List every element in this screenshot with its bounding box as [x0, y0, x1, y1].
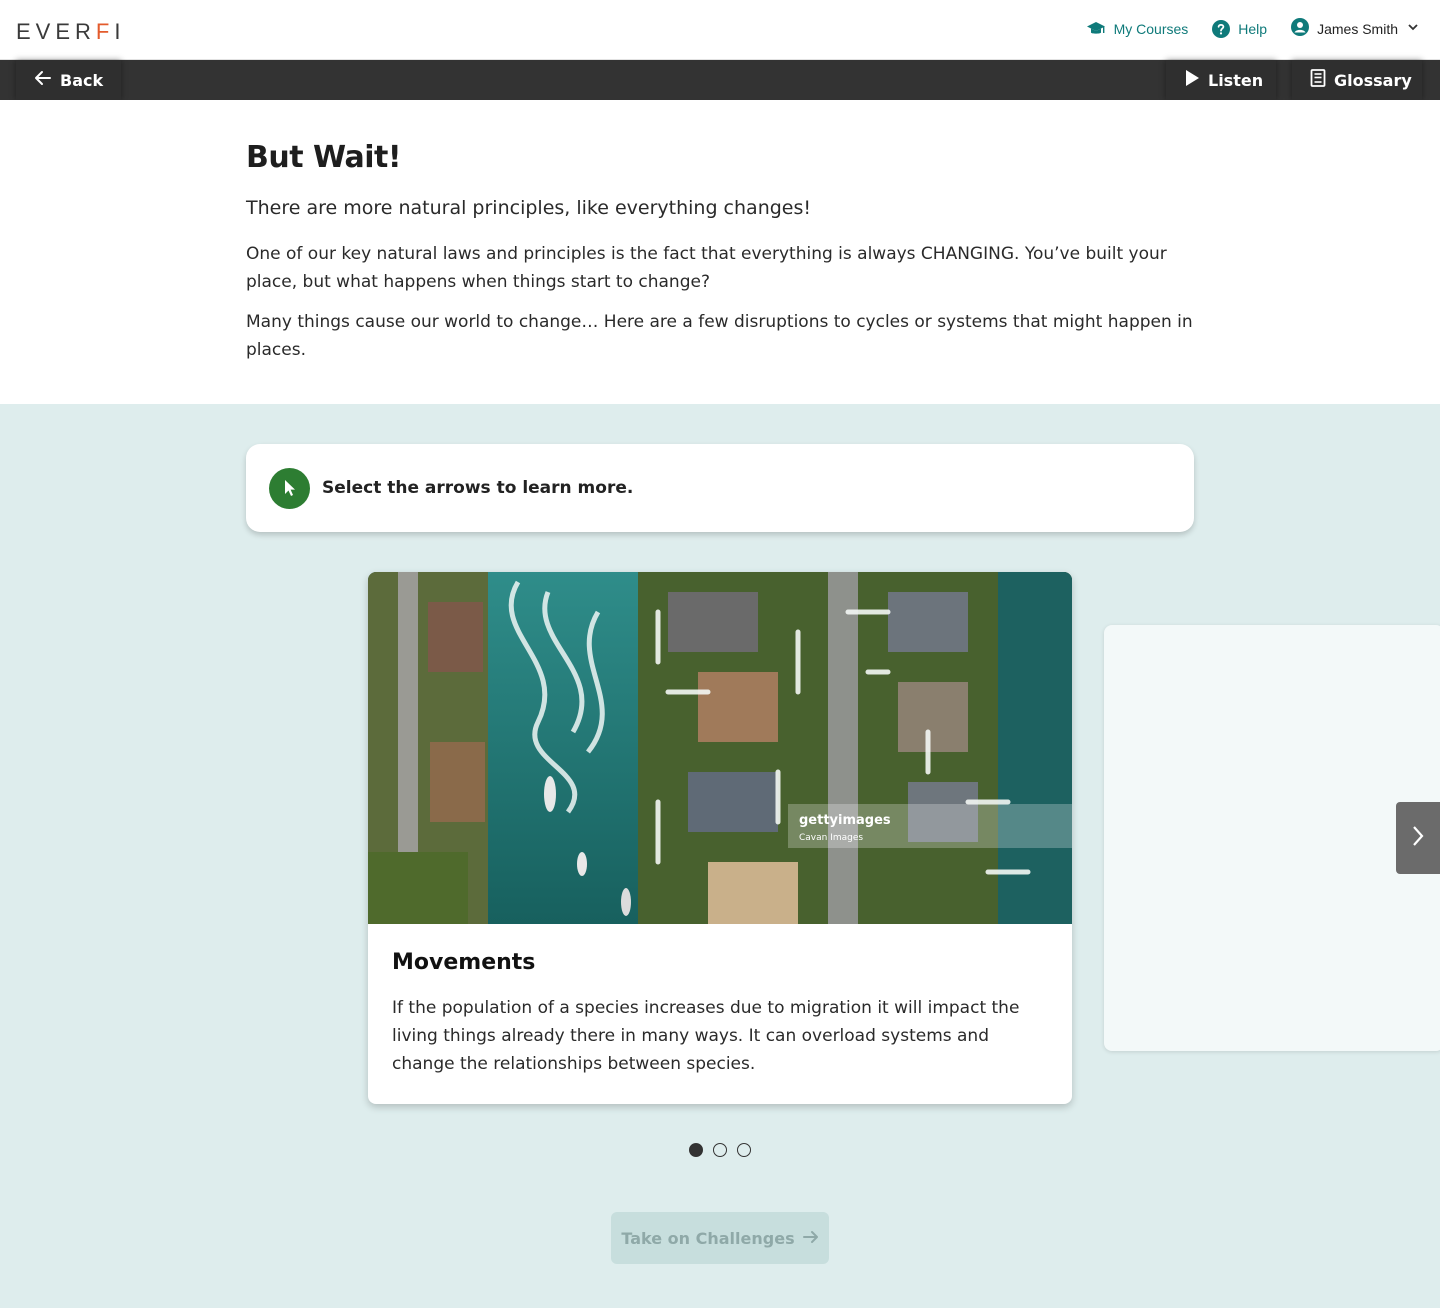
pagination-dot-1[interactable]: [689, 1143, 703, 1157]
intro-paragraph-2: Many things cause our world to change… H…: [246, 312, 1193, 360]
next-slide-button[interactable]: [1396, 802, 1440, 874]
user-name: James Smith: [1317, 20, 1398, 37]
slide-title: Movements: [392, 950, 536, 975]
cursor-pointer-icon: [269, 467, 310, 509]
play-icon: [1184, 69, 1200, 91]
arrow-left-icon: [34, 70, 52, 90]
pagination-dot-2[interactable]: [713, 1143, 727, 1157]
logo-text-accent: F: [95, 19, 115, 44]
top-header: EVERFI My Courses Help James Smith: [0, 0, 1440, 60]
chevron-right-icon: [1410, 824, 1426, 852]
carousel-section: Select the arrows to learn more. gettyim…: [0, 404, 1440, 1308]
glossary-button[interactable]: Glossary: [1292, 60, 1422, 100]
listen-button[interactable]: Listen: [1166, 60, 1276, 100]
graduation-cap-icon: [1086, 21, 1106, 37]
user-circle-icon: [1291, 18, 1310, 39]
intro-section: But Wait! There are more natural princip…: [0, 100, 1440, 404]
instruction-text: Select the arrows to learn more.: [322, 478, 634, 498]
next-slide-preview: [1104, 625, 1440, 1051]
logo-text-right: I: [114, 19, 126, 44]
take-on-challenges-button[interactable]: Take on Challenges: [611, 1212, 829, 1264]
instruction-banner: Select the arrows to learn more.: [246, 444, 1194, 532]
back-label: Back: [60, 70, 104, 90]
glossary-label: Glossary: [1334, 70, 1412, 90]
page-subtitle: There are more natural principles, like …: [246, 197, 811, 219]
slide-card: gettyimages Cavan Images Movements If th…: [368, 572, 1072, 1104]
carousel-pagination: [689, 1143, 751, 1157]
help-link[interactable]: Help: [1212, 19, 1268, 38]
aerial-neighborhood-photo: gettyimages Cavan Images: [368, 572, 1072, 924]
everfi-logo[interactable]: EVERFI: [16, 19, 126, 45]
arrow-right-icon: [802, 1229, 819, 1248]
image-credit: Cavan Images: [799, 833, 863, 843]
my-courses-link[interactable]: My Courses: [1086, 20, 1189, 37]
getty-watermark: gettyimages: [799, 813, 891, 828]
lesson-toolbar: Back Listen Glossary: [0, 60, 1440, 100]
my-courses-label: My Courses: [1113, 20, 1189, 37]
take-on-challenges-label: Take on Challenges: [621, 1228, 795, 1248]
back-button[interactable]: Back: [16, 60, 122, 100]
user-menu[interactable]: James Smith: [1291, 18, 1420, 39]
intro-paragraph-1: One of our key natural laws and principl…: [246, 244, 1167, 292]
top-nav: My Courses Help James Smith: [1086, 18, 1420, 39]
logo-text-left: EVER: [16, 19, 96, 44]
question-circle-icon: [1212, 19, 1231, 38]
listen-label: Listen: [1208, 70, 1264, 90]
pagination-dot-3[interactable]: [737, 1143, 751, 1157]
book-icon: [1310, 69, 1326, 91]
page-title: But Wait!: [246, 140, 402, 175]
slide-body: If the population of a species increases…: [392, 998, 1020, 1074]
help-label: Help: [1238, 20, 1268, 37]
chevron-down-icon: [1406, 20, 1420, 37]
